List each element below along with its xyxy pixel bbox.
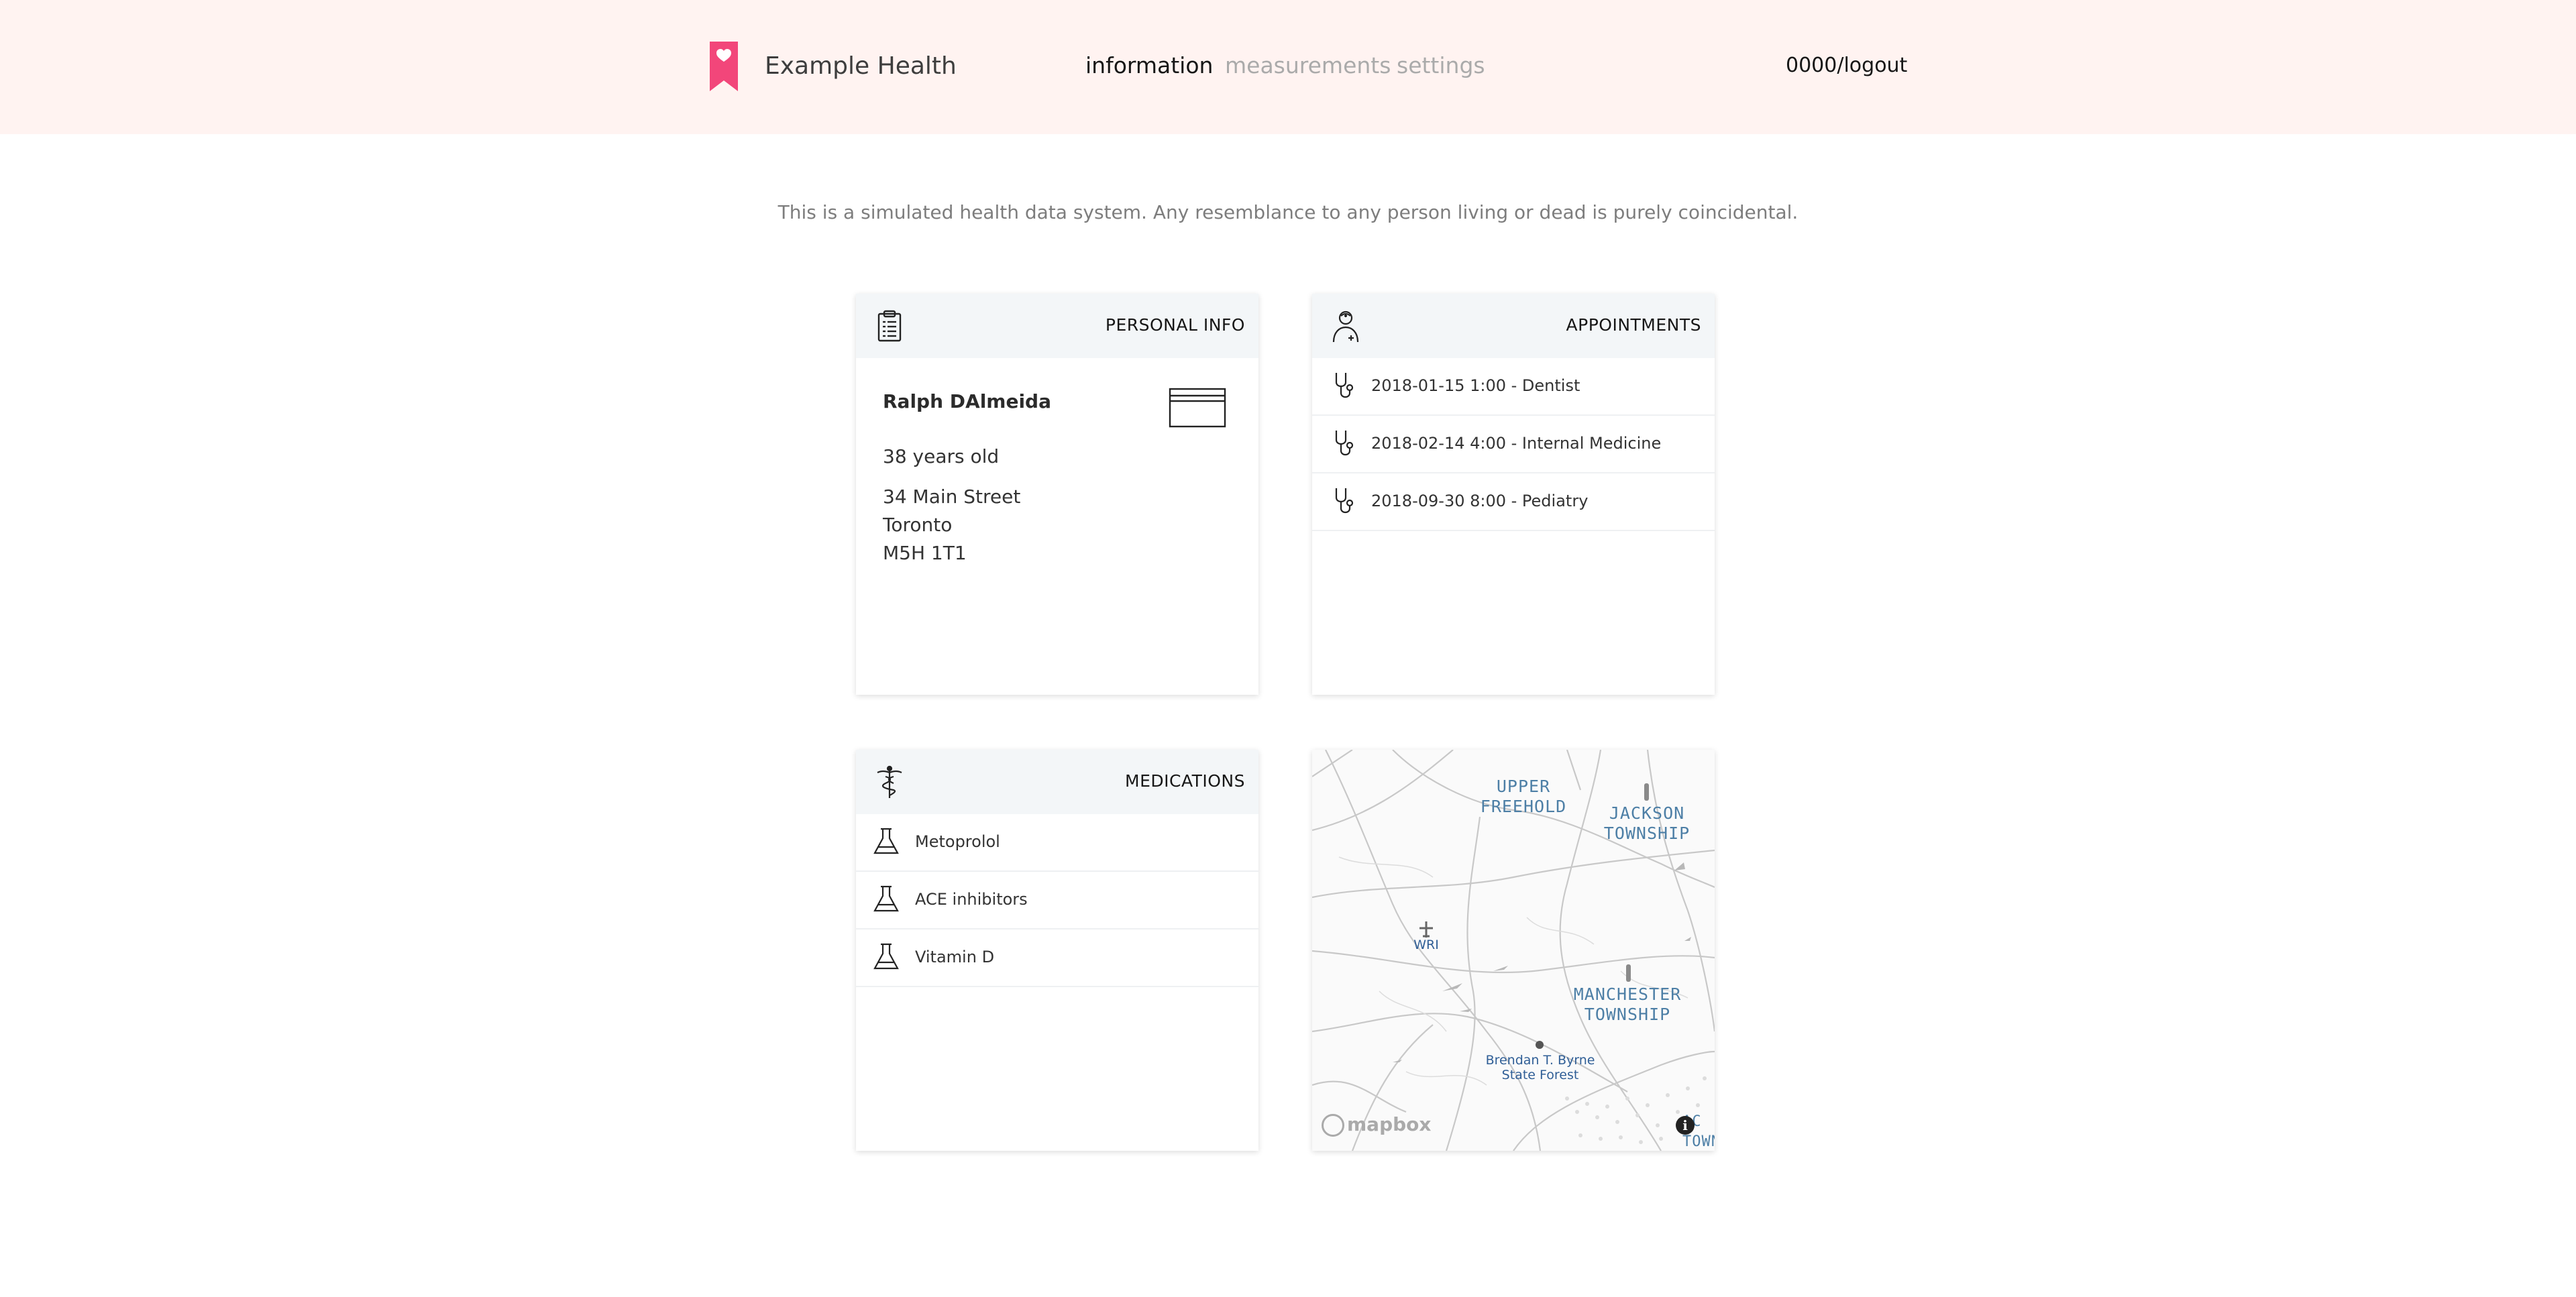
flask-icon xyxy=(873,828,899,854)
appointments-card: APPOINTMENTS 2018-01-15 1:00 - Dentist 2… xyxy=(1312,294,1715,695)
patient-name: Ralph DAlmeida xyxy=(883,390,1051,412)
card-header: MEDICATIONS xyxy=(856,750,1258,814)
mapbox-logo-text: mapbox xyxy=(1347,1113,1432,1135)
bookmark-heart-logo-icon[interactable] xyxy=(710,42,738,91)
clipboard-icon xyxy=(877,310,902,342)
logout-link[interactable]: 0000/logout xyxy=(1786,54,1907,77)
personal-info-card: PERSONAL INFO Ralph DAlmeida 38 years ol… xyxy=(856,294,1258,695)
caduceus-icon xyxy=(877,765,902,798)
medication-row[interactable]: Vitamin D xyxy=(856,929,1258,987)
map-view[interactable]: UPPER FREEHOLD JACKSON TOWNSHIP MANCHEST… xyxy=(1312,750,1715,1151)
medication-name: Vitamin D xyxy=(915,948,995,966)
card-title: APPOINTMENTS xyxy=(1566,315,1701,335)
address-city: Toronto xyxy=(883,514,953,536)
brand-name[interactable]: Example Health xyxy=(765,52,957,80)
map-label-upper-freehold: UPPER FREEHOLD xyxy=(1480,777,1567,816)
appointment-row[interactable]: 2018-01-15 1:00 - Dentist xyxy=(1312,358,1715,416)
map-label-jackson-township: JACKSON TOWNSHIP xyxy=(1603,803,1690,843)
medication-row[interactable]: Metoprolol xyxy=(856,814,1258,872)
stethoscope-icon xyxy=(1335,373,1354,398)
appointment-text: 2018-01-15 1:00 - Dentist xyxy=(1371,376,1580,395)
map-info-icon[interactable]: i xyxy=(1676,1116,1695,1135)
map-label-manchester-township: MANCHESTER TOWNSHIP xyxy=(1573,984,1682,1024)
disclaimer-text: This is a simulated health data system. … xyxy=(777,201,1799,223)
doctor-icon xyxy=(1332,311,1359,343)
mapbox-logo[interactable]: mapbox xyxy=(1322,1113,1431,1137)
mapbox-logo-icon xyxy=(1322,1114,1344,1137)
medication-row[interactable]: ACE inhibitors xyxy=(856,872,1258,929)
medication-name: Metoprolol xyxy=(915,832,1000,851)
appointment-text: 2018-09-30 8:00 - Pediatry xyxy=(1371,492,1589,510)
nav-measurements[interactable]: measurements xyxy=(1225,52,1391,78)
nav-settings[interactable]: settings xyxy=(1397,52,1485,78)
appointment-row[interactable]: 2018-02-14 4:00 - Internal Medicine xyxy=(1312,416,1715,473)
id-card-icon xyxy=(1169,388,1226,428)
address-street: 34 Main Street xyxy=(883,486,1021,508)
map-card[interactable]: UPPER FREEHOLD JACKSON TOWNSHIP MANCHEST… xyxy=(1312,750,1715,1151)
medications-card: MEDICATIONS Metoprolol ACE inhibitors Vi… xyxy=(856,750,1258,1151)
patient-age: 38 years old xyxy=(883,445,1000,467)
medication-name: ACE inhibitors xyxy=(915,890,1028,909)
appointment-row[interactable]: 2018-09-30 8:00 - Pediatry xyxy=(1312,473,1715,531)
nav-information[interactable]: information xyxy=(1085,52,1213,78)
card-header: APPOINTMENTS xyxy=(1312,294,1715,358)
flask-icon xyxy=(873,943,899,970)
flask-icon xyxy=(873,885,899,912)
map-label-airport: WRI xyxy=(1413,938,1439,952)
address-postal-code: M5H 1T1 xyxy=(883,542,967,564)
stethoscope-icon xyxy=(1335,488,1354,514)
appointment-text: 2018-02-14 4:00 - Internal Medicine xyxy=(1371,434,1662,453)
stethoscope-icon xyxy=(1335,431,1354,456)
map-label-state-forest: Brendan T. Byrne State Forest xyxy=(1485,1053,1595,1082)
top-header: Example Health information measurements … xyxy=(0,0,2576,134)
card-title: PERSONAL INFO xyxy=(1105,315,1245,335)
card-header: PERSONAL INFO xyxy=(856,294,1258,358)
card-title: MEDICATIONS xyxy=(1125,771,1245,791)
